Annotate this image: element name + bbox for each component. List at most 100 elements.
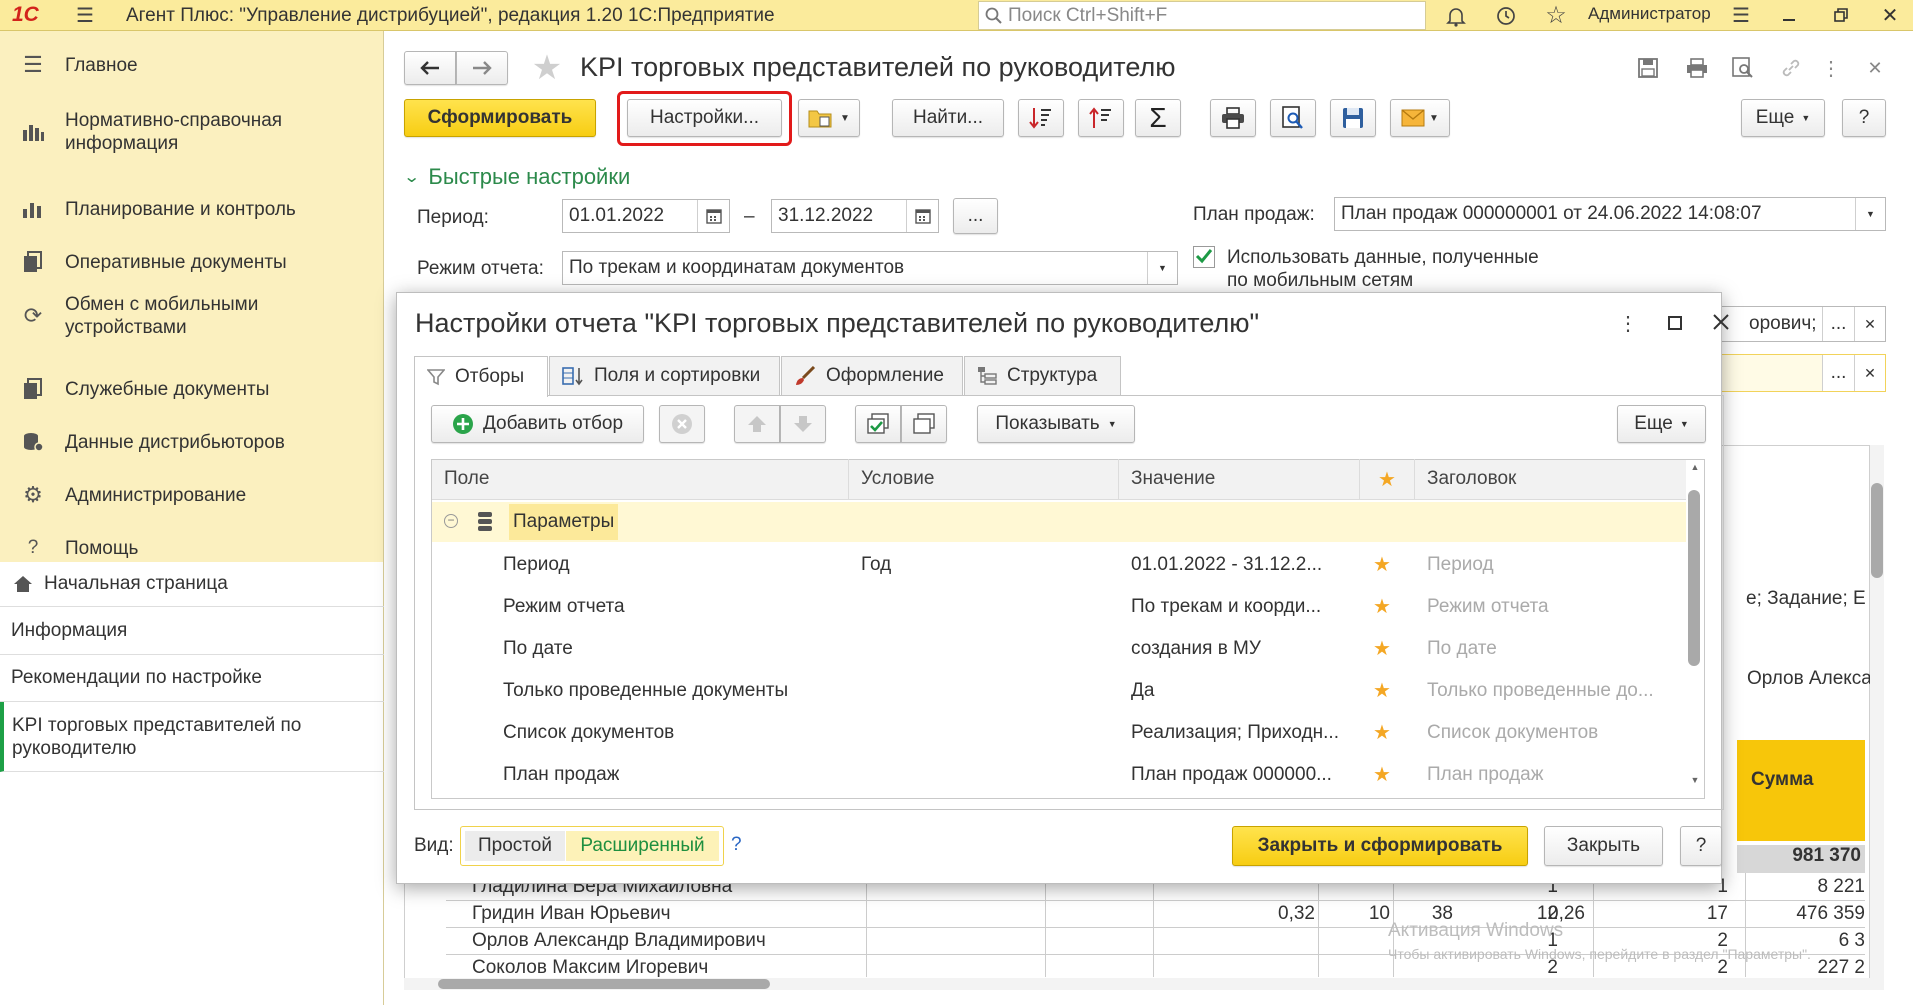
close-app-icon[interactable]: ✕ [1879,4,1901,27]
star-icon[interactable]: ★ [1373,762,1391,787]
tab-fields-sorting[interactable]: Поля и сортировки [549,356,780,395]
sidebar-item-mobile-exchange[interactable]: ⟳ Обмен с мобильными устройствами [0,289,384,343]
move-down-button[interactable] [780,405,826,443]
sidebar-item-operations[interactable]: Оперативные документы [0,247,384,277]
generate-button[interactable]: Сформировать [404,99,596,137]
sum-button[interactable]: Σ [1135,99,1181,137]
delete-filter-button[interactable] [659,405,705,443]
table-row[interactable]: По дате создания в МУ ★ По дате [432,628,1682,670]
page-item-home[interactable]: Начальная страница [0,562,384,607]
forward-button[interactable] [456,51,508,85]
star-icon[interactable]: ★ [1373,552,1391,577]
view-simple-button[interactable]: Простой [465,831,565,861]
star-icon[interactable]: ★ [1373,720,1391,745]
more-button[interactable]: Еще ▼ [1741,99,1825,137]
table-row[interactable]: Период Год 01.01.2022 - 31.12.2... ★ Пер… [432,544,1682,586]
close-button[interactable]: Закрыть [1544,826,1663,866]
add-filter-button[interactable]: Добавить отбор [431,405,644,443]
column-title[interactable]: Заголовок [1415,459,1685,499]
period-to-field[interactable]: 31.12.2022 [771,199,939,233]
plan-select[interactable]: План продаж 000000001 от 24.06.2022 14:0… [1334,197,1886,231]
dialog-help-button[interactable]: ? [1680,826,1722,866]
more-vertical-icon[interactable]: ⋮ [1821,56,1841,80]
report-vertical-scroll-thumb[interactable] [1871,483,1883,578]
sort-asc-button[interactable] [1018,99,1064,137]
view-help-link[interactable]: ? [731,834,742,856]
variants-button[interactable]: ▼ [798,99,860,137]
table-row[interactable]: Только проведенные документы Да ★ Только… [432,670,1682,712]
link-icon[interactable] [1779,56,1803,80]
partial-field-2[interactable]: ... ✕ [1700,354,1886,392]
sidebar-item-main[interactable]: ☰ Главное [0,50,384,80]
ellipsis-button[interactable]: ... [1822,355,1854,391]
minimize-icon[interactable] [1778,4,1800,26]
ellipsis-button[interactable]: ... [1822,307,1854,341]
view-extended-button[interactable]: Расширенный [566,831,719,861]
report-horizontal-scroll-thumb[interactable] [438,979,770,989]
dialog-maximize-icon[interactable] [1664,312,1686,334]
table-row[interactable]: План продаж План продаж 000000... ★ План… [432,754,1682,796]
chevron-down-icon[interactable]: ▼ [1147,252,1177,284]
table-scroll-up-icon[interactable]: ▲ [1686,462,1704,478]
restore-icon[interactable] [1830,4,1852,26]
save-report-button[interactable] [1330,99,1376,137]
close-and-generate-button[interactable]: Закрыть и сформировать [1232,826,1528,866]
page-item-recommendations[interactable]: Рекомендации по настройке [0,655,384,702]
clear-icon[interactable]: ✕ [1854,307,1885,341]
quick-settings-toggle[interactable]: ⌄ Быстрые настройки [403,164,630,190]
page-item-info[interactable]: Информация [0,607,384,655]
sidebar-item-service-docs[interactable]: Служебные документы [0,374,384,404]
sidebar-item-distributors[interactable]: Данные дистрибьюторов [0,427,384,457]
tab-appearance[interactable]: Оформление [781,356,963,395]
table-row[interactable]: Режим отчета По трекам и коорди... ★ Реж… [432,586,1682,628]
bell-icon[interactable] [1444,4,1468,28]
uncheck-all-button[interactable] [901,405,947,443]
preview-button[interactable] [1270,99,1316,137]
table-scroll-down-icon[interactable]: ▼ [1686,775,1704,791]
star-icon[interactable]: ★ [1373,636,1391,661]
column-condition[interactable]: Условие [849,459,1119,499]
dialog-more-icon[interactable]: ⋮ [1618,310,1638,336]
save-icon[interactable] [1636,56,1660,80]
table-row[interactable]: Список документов Реализация; Приходн...… [432,712,1682,754]
star-icon[interactable]: ★ [1373,678,1391,703]
sidebar-item-admin[interactable]: ⚙ Администрирование [0,480,384,510]
back-button[interactable] [404,51,456,85]
calendar-icon[interactable] [697,200,729,232]
chevron-down-icon[interactable]: ▼ [1855,198,1885,230]
main-menu-icon[interactable]: ☰ [73,5,97,27]
column-field[interactable]: Поле [432,459,849,499]
page-item-kpi-report[interactable]: KPI торговых представителей по руководит… [0,702,384,772]
print-icon[interactable] [1685,56,1709,80]
sort-desc-button[interactable] [1078,99,1124,137]
tab-structure[interactable]: Структура [964,356,1121,395]
sidebar-item-help[interactable]: ? Помощь [0,533,384,563]
tab-filters[interactable]: Отборы [414,356,548,397]
help-button[interactable]: ? [1842,99,1886,137]
favorite-star-icon[interactable]: ★ [528,49,566,87]
group-row-parameters[interactable]: − Параметры [432,502,1686,542]
dialog-more-button[interactable]: Еще ▼ [1617,405,1706,443]
user-name[interactable]: Администратор [1588,4,1711,24]
move-up-button[interactable] [734,405,780,443]
column-value[interactable]: Значение [1119,459,1360,499]
clear-icon[interactable]: ✕ [1854,355,1885,391]
column-quick-access[interactable]: ★ [1360,459,1415,499]
period-from-field[interactable]: 01.01.2022 [562,199,730,233]
calendar-icon[interactable] [906,200,938,232]
collapse-icon[interactable]: − [444,514,458,528]
favorites-star-icon[interactable]: ☆ [1543,2,1569,29]
star-icon[interactable]: ★ [1373,594,1391,619]
period-select-button[interactable]: ... [953,198,998,234]
settings-menu-icon[interactable]: ☰ [1730,4,1752,27]
mode-select[interactable]: По трекам и координатам документов ▼ [562,251,1178,285]
global-search-input[interactable]: Поиск Ctrl+Shift+F [978,1,1426,30]
sidebar-item-reference[interactable]: Нормативно-справочная информация [0,105,384,159]
find-button[interactable]: Найти... [892,99,1004,137]
send-email-button[interactable]: ▼ [1390,99,1450,137]
settings-button[interactable]: Настройки... [627,99,782,137]
table-vertical-scroll-thumb[interactable] [1688,490,1700,666]
use-mobile-checkbox[interactable] [1193,246,1215,268]
check-all-button[interactable] [855,405,901,443]
history-icon[interactable] [1494,4,1518,28]
